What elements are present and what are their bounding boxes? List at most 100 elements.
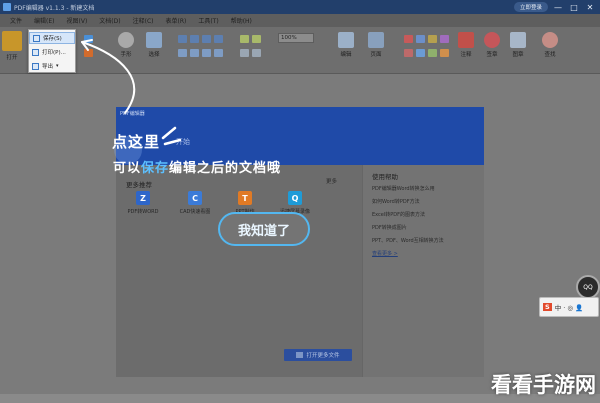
menu-comment[interactable]: 注释(C) <box>127 16 160 25</box>
file-dropdown-menu: 保存(S) 打印(P)... 导出 ▾ <box>28 29 76 73</box>
menu-item-save[interactable]: 保存(S) <box>29 32 75 44</box>
toolbar-button-find[interactable]: 查找 <box>542 32 558 58</box>
login-button[interactable]: 立即登录 <box>513 2 548 12</box>
toolbar-button-select[interactable]: 选择 <box>146 32 162 58</box>
minimize-button[interactable]: — <box>552 3 564 12</box>
recorder-icon: Q <box>288 191 302 205</box>
help-item[interactable]: PDF编辑器Word转换怎么用 <box>372 185 435 192</box>
highlight-icon[interactable] <box>404 35 413 43</box>
folder-icon <box>296 352 304 358</box>
recommend-app-pdf-word[interactable]: Z PDF转WORD <box>120 191 166 215</box>
window-title: PDF编辑器 v1.1.3 - 新建文档 <box>14 4 95 12</box>
toolbar-page-label: 页面 <box>370 52 382 58</box>
toolbar-button-stamp[interactable]: 图章 <box>510 32 526 58</box>
floating-qq-icon[interactable]: QQ <box>576 275 600 299</box>
ellipse-icon[interactable] <box>428 49 437 57</box>
recommend-app-cad[interactable]: C CAD快速看图 <box>172 191 218 215</box>
menu-help[interactable]: 帮助(H) <box>225 16 258 25</box>
last-page-icon[interactable] <box>214 49 223 57</box>
print-icon <box>32 48 39 56</box>
menu-document[interactable]: 文档(D) <box>93 16 126 25</box>
zoom-in-icon[interactable] <box>190 35 199 43</box>
cad-icon: C <box>188 191 202 205</box>
menu-edit[interactable]: 编辑(E) <box>28 16 60 25</box>
toolbar-select-label: 选择 <box>148 52 160 58</box>
chevron-down-icon: ▾ <box>56 63 59 69</box>
underline-icon[interactable] <box>416 35 425 43</box>
open-button[interactable]: 打开 <box>2 31 22 61</box>
title-bar: PDF编辑器 v1.1.3 - 新建文档 立即登录 — □ ✕ <box>0 0 600 14</box>
pdf-word-icon: Z <box>136 191 150 205</box>
zoom-input[interactable]: 100% <box>278 33 314 43</box>
comment-icon <box>458 32 474 48</box>
help-item[interactable]: Excel转PDF的图表方法 <box>372 211 425 218</box>
annotation-highlight-text: 保存 <box>141 161 170 176</box>
sogou-icon: S <box>543 303 552 311</box>
help-item[interactable]: PDF转换成图片 <box>372 224 407 231</box>
close-button[interactable]: ✕ <box>584 3 596 12</box>
text-tool-icon[interactable] <box>240 35 249 43</box>
toolbar-stamp-label: 图章 <box>512 52 524 58</box>
recommend-app-label: PDF转WORD <box>127 209 159 215</box>
find-icon <box>542 32 558 48</box>
page-icon <box>368 32 384 48</box>
menu-file[interactable]: 文件 <box>4 16 28 25</box>
open-more-files-button[interactable]: 打开更多文件 <box>284 349 352 361</box>
toolbar-button-page[interactable]: 页面 <box>368 32 384 58</box>
first-page-icon[interactable] <box>202 49 211 57</box>
new-icon[interactable] <box>84 35 93 43</box>
toolbar-button-hand[interactable]: 手形 <box>118 32 134 58</box>
annotation-text: 可以 <box>113 161 142 176</box>
strike-icon[interactable] <box>428 35 437 43</box>
input-method-status: 中 · ◎ 👤 <box>554 304 584 312</box>
menu-view[interactable]: 视图(V) <box>61 16 94 25</box>
open-label: 打开 <box>6 55 18 61</box>
toolbar-sign-label: 签章 <box>486 52 498 58</box>
select-icon <box>146 32 162 48</box>
menu-item-print[interactable]: 打印(P)... <box>29 46 75 58</box>
export-icon <box>32 62 39 70</box>
ppt-icon: T <box>238 191 252 205</box>
menu-tools[interactable]: 工具(T) <box>192 16 224 25</box>
rotate-right-icon[interactable] <box>190 49 199 57</box>
menu-item-export-label: 导出 <box>42 64 54 70</box>
annotation-line-1: 点这里 <box>112 133 161 151</box>
title-bar-controls: 立即登录 — □ ✕ <box>513 0 600 14</box>
help-more-link[interactable]: 查看更多 > <box>372 250 398 257</box>
start-panel-help-area <box>362 165 484 377</box>
maximize-button[interactable]: □ <box>568 3 580 12</box>
toolbar: 打开 手形 选择 100% 编辑 页面 注释 签章 图章 查找 <box>0 27 600 74</box>
crop-tool-icon[interactable] <box>252 49 261 57</box>
start-panel-app-name: PDF编辑器 <box>120 111 145 117</box>
fit-page-icon[interactable] <box>202 35 211 43</box>
note-icon[interactable] <box>440 35 449 43</box>
help-item[interactable]: 如何Word转PDF方法 <box>372 198 420 205</box>
toolbar-button-sign[interactable]: 签章 <box>484 32 500 58</box>
rotate-left-icon[interactable] <box>178 49 187 57</box>
rect-icon[interactable] <box>416 49 425 57</box>
export-pdf-icon[interactable] <box>84 49 93 57</box>
link-tool-icon[interactable] <box>240 49 249 57</box>
menu-bar: 文件 编辑(E) 视图(V) 文档(D) 注释(C) 表单(R) 工具(T) 帮… <box>0 14 600 27</box>
app-window: PDF编辑器 v1.1.3 - 新建文档 立即登录 — □ ✕ 文件 编辑(E)… <box>0 0 600 403</box>
menu-item-export[interactable]: 导出 ▾ <box>29 60 75 72</box>
toolbar-button-comment[interactable]: 注释 <box>458 32 474 58</box>
image-tool-icon[interactable] <box>252 35 261 43</box>
toolbar-button-edit[interactable]: 编辑 <box>338 32 354 58</box>
recommend-app-label: CAD快速看图 <box>179 209 211 215</box>
fit-width-icon[interactable] <box>214 35 223 43</box>
input-method-toolbar[interactable]: S 中 · ◎ 👤 <box>539 297 599 317</box>
start-panel-title: 开始 <box>176 138 190 146</box>
toolbar-find-label: 查找 <box>544 52 556 58</box>
sign-icon <box>484 32 500 48</box>
help-item[interactable]: PPT、PDF、Word互相转换方法 <box>372 237 444 244</box>
help-title: 使用帮助 <box>372 173 398 181</box>
stamp-icon <box>510 32 526 48</box>
arrow-tool-icon[interactable] <box>440 49 449 57</box>
got-it-button[interactable]: 我知道了 <box>218 212 310 246</box>
toolbar-hand-label: 手形 <box>120 52 132 58</box>
pencil-icon[interactable] <box>404 49 413 57</box>
recommend-more-link[interactable]: 更多 <box>326 177 337 185</box>
zoom-out-icon[interactable] <box>178 35 187 43</box>
menu-form[interactable]: 表单(R) <box>159 16 192 25</box>
